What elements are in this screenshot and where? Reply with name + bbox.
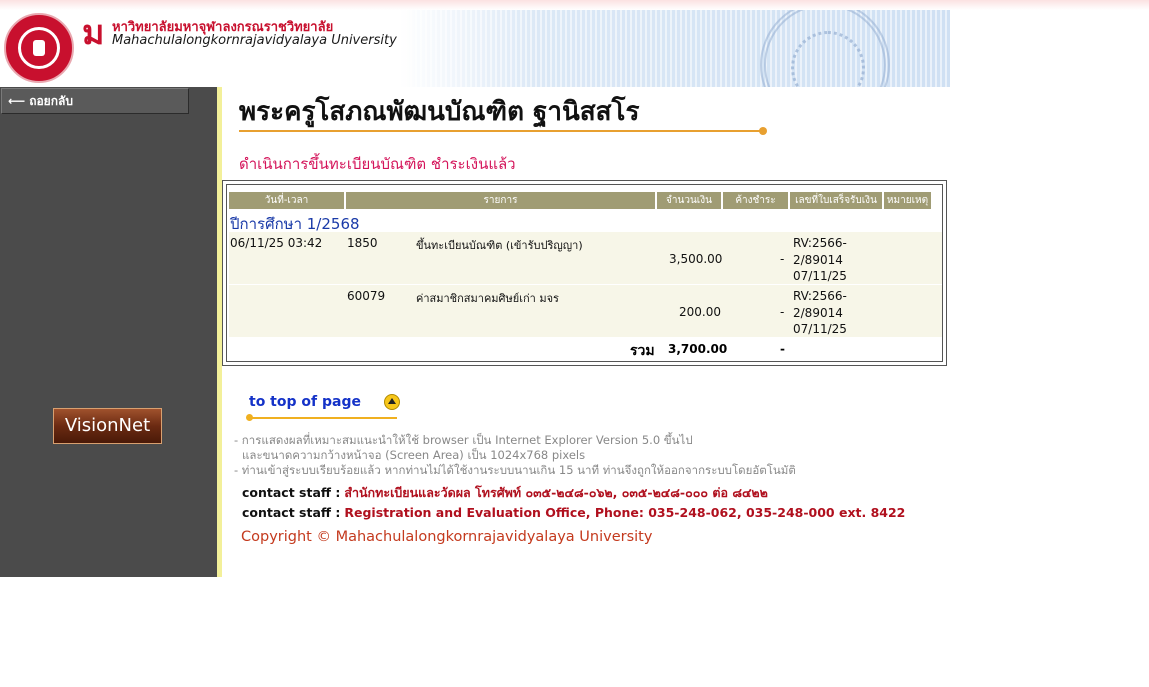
- total-due: -: [780, 342, 785, 356]
- row-datetime: 06/11/25 03:42: [230, 236, 323, 250]
- title-underline: [239, 130, 763, 132]
- row-receipt: RV:2566- 2/89014 07/11/25: [793, 235, 847, 285]
- row-code: 1850: [347, 236, 378, 250]
- contact-value-th: สำนักทะเบียนและวัดผล โทรศัพท์ ๐๓๕-๒๔๘-๐๖…: [344, 485, 768, 500]
- title-underline-dot: [759, 127, 767, 135]
- university-seal-logo: [4, 13, 74, 83]
- receipt-line: 2/89014: [793, 305, 843, 320]
- col-header-amount: จำนวนเงิน: [657, 192, 721, 209]
- receipt-line: 2/89014: [793, 252, 843, 267]
- page-title: พระครูโสภณพัฒนบัณฑิต ฐานิสสโร: [239, 97, 640, 127]
- contact-th: contact staff : สำนักทะเบียนและวัดผล โทร…: [242, 483, 768, 503]
- row-amount: 3,500.00: [669, 252, 723, 266]
- arrow-up-icon: [384, 394, 400, 410]
- back-button[interactable]: ⟵ ถอยกลับ: [1, 88, 189, 114]
- visionnet-logo-link[interactable]: VisionNet: [53, 408, 162, 444]
- top-strip: [0, 0, 1149, 10]
- university-name-en: Mahachulalongkornrajavidyalaya Universit…: [112, 33, 397, 48]
- contact-value-en: Registration and Evaluation Office, Phon…: [344, 505, 906, 520]
- status-text: ดำเนินการขึ้นทะเบียนบัณฑิต ชำระเงินแล้ว: [239, 155, 516, 173]
- col-header-note: หมายเหตุ: [884, 192, 931, 209]
- row-code: 60079: [347, 289, 386, 303]
- row-amount: 200.00: [679, 305, 721, 319]
- total-amount: 3,700.00: [668, 342, 728, 356]
- row-item: ค่าสมาชิกสมาคมศิษย์เก่า มจร: [416, 292, 559, 305]
- to-top-dot: [246, 414, 253, 421]
- col-header-datetime: วันที่-เวลา: [229, 192, 344, 209]
- to-top-label: to top of page: [249, 394, 361, 410]
- row-item: ขึ้นทะเบียนบัณฑิต (เข้ารับปริญญา): [416, 239, 583, 252]
- receipt-line: 07/11/25: [793, 269, 847, 283]
- col-header-item: รายการ: [346, 192, 655, 209]
- arrow-left-icon: ⟵: [8, 94, 26, 108]
- sidebar: ⟵ ถอยกลับ VisionNet: [0, 87, 217, 577]
- row-due: -: [780, 305, 785, 319]
- to-top-underline: [249, 417, 397, 419]
- university-mark: ม: [82, 13, 105, 53]
- contact-en: contact staff : Registration and Evaluat…: [242, 505, 905, 520]
- col-header-receipt: เลขที่ใบเสร็จรับเงิน: [790, 192, 882, 209]
- col-header-due: ค้างชำระ: [723, 192, 788, 209]
- dharma-wheel-watermark: [760, 10, 890, 87]
- contact-key: contact staff :: [242, 505, 341, 520]
- row-receipt: RV:2566- 2/89014 07/11/25: [793, 288, 847, 338]
- timeout-note: - ท่านเข้าสู่ระบบเรียบร้อยแล้ว หากท่านไม…: [234, 463, 796, 477]
- receipt-line: 07/11/25: [793, 322, 847, 336]
- receipt-line: RV:2566-: [793, 236, 847, 250]
- contact-key: contact staff :: [242, 485, 341, 500]
- total-label: รวม: [630, 343, 655, 359]
- back-button-label: ถอยกลับ: [29, 94, 73, 108]
- copyright: Copyright © Mahachulalongkornrajavidyala…: [241, 529, 653, 545]
- row-due: -: [780, 252, 785, 266]
- receipt-line: RV:2566-: [793, 289, 847, 303]
- header-banner: ม หาวิทยาลัยมหาจุฬาลงกรณราชวิทยาลัย Maha…: [0, 10, 950, 87]
- to-top-link[interactable]: to top of page: [246, 392, 404, 422]
